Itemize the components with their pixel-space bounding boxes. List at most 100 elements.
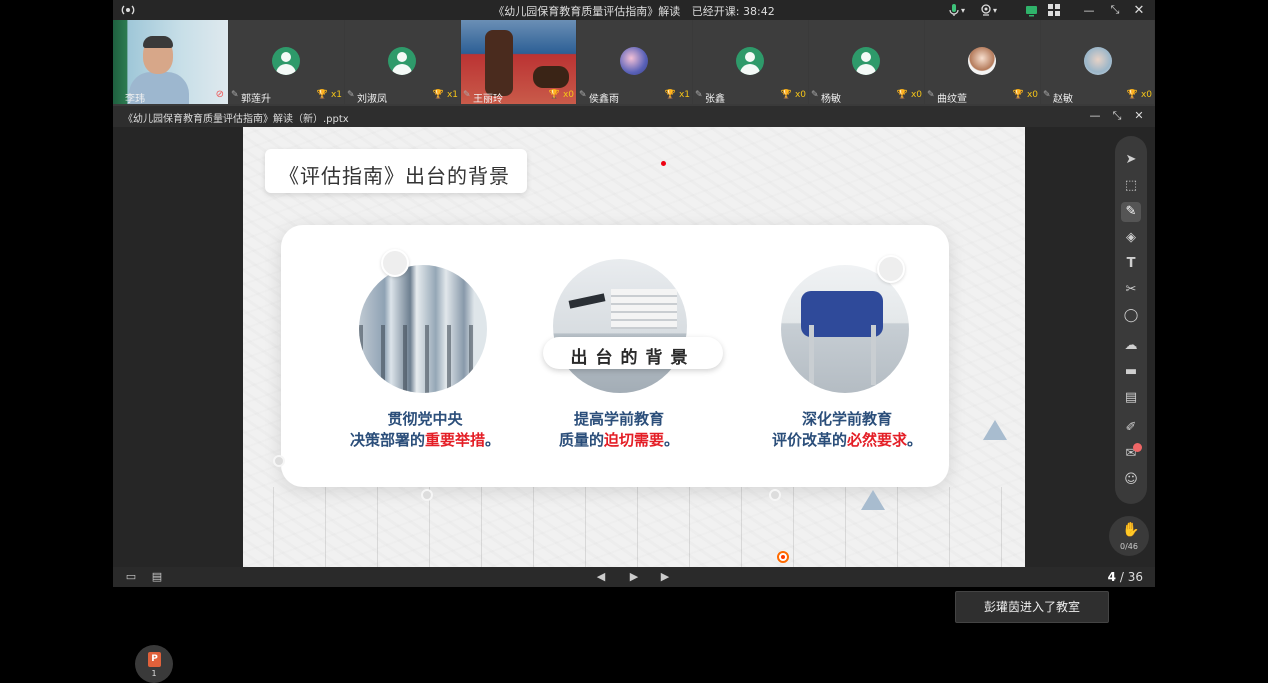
- select-icon[interactable]: ⬚: [1121, 176, 1141, 196]
- trophy-count: x0: [910, 90, 922, 100]
- play-icon[interactable]: ▶: [626, 570, 642, 584]
- notes-icon[interactable]: ▤: [149, 570, 165, 584]
- eraser-icon[interactable]: ◈: [1121, 228, 1141, 248]
- text-tool-icon[interactable]: T: [1121, 254, 1141, 274]
- thumbnail-panel-icon[interactable]: ▭: [123, 570, 139, 584]
- elapsed-label: 已经开课:: [691, 5, 740, 18]
- trophy-count: x0: [1026, 90, 1038, 100]
- participant-name: 刘淑凤: [357, 94, 387, 104]
- next-slide-icon[interactable]: ▶: [657, 570, 673, 584]
- trophy-count: x0: [794, 90, 806, 100]
- participant-tile[interactable]: ✎ 张鑫 🏆 x0: [693, 20, 808, 104]
- close-icon[interactable]: ✕: [1131, 2, 1147, 18]
- cloud-icon[interactable]: ☁: [1121, 336, 1141, 356]
- participant-name: 王丽玲: [473, 94, 503, 104]
- raise-hand-button[interactable]: ✋ 0/46: [1109, 516, 1149, 556]
- participant-nameplate: ✎ 郭莲升 🏆 x1: [229, 88, 344, 104]
- participant-nameplate: 李玮 ⊘: [113, 88, 228, 104]
- content-card: 出台的背景 贯彻党中央 决策部署的重要举措。 提高学前教育 质量的迫切需要。 深…: [281, 225, 949, 487]
- desk-image: [553, 259, 687, 393]
- participant-tile[interactable]: 李玮 ⊘: [113, 20, 228, 104]
- ppt-file-badge[interactable]: P 1: [135, 645, 173, 683]
- elapsed-time: 38:42: [743, 5, 775, 18]
- pen-tool-icon[interactable]: ✎: [1121, 202, 1141, 222]
- slide-title-card: 《评估指南》出台的背景: [265, 149, 527, 193]
- members-icon[interactable]: ☺: [1121, 470, 1141, 490]
- point-caption-3: 深化学前教育 评价改革的必然要求。: [747, 409, 947, 451]
- decorative-triangle: [983, 420, 1007, 440]
- participant-strip: 李玮 ⊘ ✎ 郭莲升 🏆 x1 ✎ 刘淑凤 🏆 x1 ✎ 王丽玲 🏆 x0 ✎ …: [113, 20, 1155, 106]
- trophy-count: x1: [678, 90, 690, 100]
- microphone-icon[interactable]: ▾: [943, 2, 969, 18]
- participant-name: 杨敏: [821, 94, 841, 104]
- minimize-icon[interactable]: —: [1081, 2, 1097, 18]
- speaker-icon[interactable]: ▾: [975, 2, 1001, 18]
- trophy-icon: 🏆: [432, 90, 444, 100]
- participant-nameplate: ✎ 刘淑凤 🏆 x1: [345, 88, 460, 104]
- participant-tile[interactable]: ✎ 郭莲升 🏆 x1: [229, 20, 344, 104]
- scissors-icon[interactable]: ✂: [1121, 280, 1141, 300]
- previous-slide-icon[interactable]: ◀: [593, 570, 609, 584]
- doc-close-icon[interactable]: ✕: [1131, 109, 1147, 123]
- edit-icon[interactable]: ✐: [1121, 418, 1141, 438]
- screen-record-icon[interactable]: [1023, 2, 1039, 18]
- user-avatar-icon: [272, 47, 300, 75]
- participant-nameplate: ✎ 王丽玲 🏆 x0: [461, 88, 576, 104]
- user-avatar-icon: [736, 47, 764, 75]
- participant-name: 李玮: [125, 94, 145, 104]
- participant-name: 曲纹萱: [937, 94, 967, 104]
- caption-line: 评价改革的必然要求。: [771, 431, 923, 449]
- trophy-count: x1: [446, 90, 458, 100]
- caption-line: 质量的迫切需要。: [558, 431, 680, 449]
- doc-minimize-icon[interactable]: —: [1087, 109, 1103, 123]
- restore-icon[interactable]: ⤡: [1107, 2, 1123, 18]
- trophy-icon: 🏆: [1126, 90, 1138, 100]
- pen-icon: ✎: [811, 90, 819, 100]
- pen-icon: ✎: [579, 90, 587, 100]
- caption-line: 决策部署的重要举措。: [349, 431, 501, 449]
- participant-tile[interactable]: ✎ 杨敏 🏆 x0: [809, 20, 924, 104]
- doc-restore-icon[interactable]: ⤡: [1109, 109, 1125, 123]
- user-avatar-icon: [388, 47, 416, 75]
- trophy-icon: 🏆: [1012, 90, 1024, 100]
- cursor-icon[interactable]: ➤: [1121, 150, 1141, 170]
- shape-icon[interactable]: ◯: [1121, 306, 1141, 326]
- ppt-icon: P: [148, 652, 161, 667]
- center-label-pill: 出台的背景: [543, 337, 723, 369]
- page-indicator: 4 / 36: [1108, 570, 1143, 584]
- participant-tile[interactable]: ✎ 王丽玲 🏆 x0: [461, 20, 576, 104]
- ppt-count: 1: [151, 669, 157, 678]
- document-filename: 《幼儿园保育教育质量评估指南》解读（新）.pptx: [123, 114, 349, 125]
- pen-icon: ✎: [463, 90, 471, 100]
- toolbox-icon[interactable]: ▬: [1121, 362, 1141, 382]
- participant-nameplate: ✎ 张鑫 🏆 x0: [693, 88, 808, 104]
- presentation-stage: 《评估指南》出台的背景 出台的背景 贯彻党中央 决策部署的重要举措。 提高学前教: [113, 127, 1155, 683]
- mic-muted-icon: ⊘: [215, 89, 224, 100]
- slide-canvas[interactable]: 《评估指南》出台的背景 出台的背景 贯彻党中央 决策部署的重要举措。 提高学前教: [243, 127, 1025, 567]
- grid-layout-icon[interactable]: [1046, 2, 1062, 18]
- participant-nameplate: ✎ 赵敏 🏆 x0: [1041, 88, 1154, 104]
- trophy-icon: 🏆: [548, 90, 560, 100]
- user-avatar-icon: [852, 47, 880, 75]
- participant-nameplate: ✎ 曲纹萱 🏆 x0: [925, 88, 1040, 104]
- user-photo-avatar: [968, 47, 996, 75]
- building-image: [359, 265, 487, 393]
- trophy-icon: 🏆: [780, 90, 792, 100]
- highlight-text: 迫切需要: [603, 431, 664, 449]
- title-bar: 《幼儿园保育教育质量评估指南》解读 已经开课: 38:42 ▾ ▾ — ⤡ ✕: [113, 0, 1155, 20]
- pen-icon: ✎: [927, 90, 935, 100]
- pen-icon: ✎: [695, 90, 703, 100]
- participant-tile[interactable]: ✎ 曲纹萱 🏆 x0: [925, 20, 1040, 104]
- caption-line: 贯彻党中央: [387, 410, 463, 428]
- document-icon[interactable]: ▤: [1121, 388, 1141, 408]
- participant-tile[interactable]: ✎ 刘淑凤 🏆 x1: [345, 20, 460, 104]
- pen-icon: ✎: [347, 90, 355, 100]
- participant-tile[interactable]: ✎ 赵敏 🏆 x0: [1041, 20, 1154, 104]
- raise-hand-icon: ✋: [1122, 522, 1140, 538]
- raise-hand-count: 0/46: [1120, 542, 1138, 551]
- join-notification: 彭瓘茵进入了教室: [955, 591, 1109, 623]
- participant-tile[interactable]: ✎ 侯鑫雨 🏆 x1: [577, 20, 692, 104]
- participant-name: 张鑫: [705, 94, 725, 104]
- decorative-circle: [381, 249, 409, 277]
- trophy-count: x0: [1140, 90, 1152, 100]
